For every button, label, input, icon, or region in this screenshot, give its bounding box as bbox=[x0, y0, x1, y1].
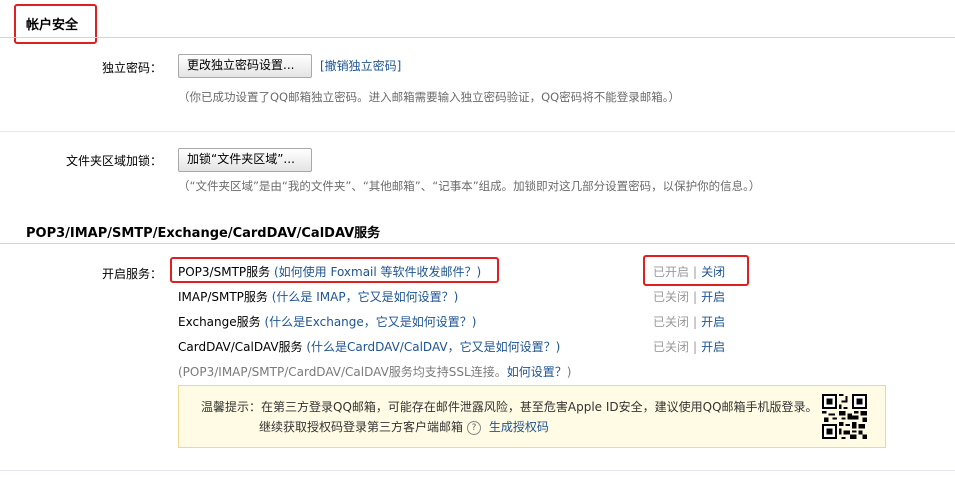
tip-auth-row: 继续获取授权码登录第三方客户端邮箱? 生成授权码 bbox=[259, 418, 549, 435]
service-row-carddav: CardDAV/CalDAV服务 (什么是CardDAV/CalDAV，它又是如… bbox=[178, 338, 560, 355]
bottom-divider bbox=[0, 470, 955, 471]
service-status-carddav: 已关闭 | 开启 bbox=[653, 338, 725, 355]
enable-services-label: 开启服务： bbox=[101, 267, 162, 281]
service-help-link[interactable]: (什么是Exchange，它又是如何设置？) bbox=[264, 315, 476, 329]
service-name: CardDAV/CalDAV服务 bbox=[178, 340, 303, 354]
service-row-imap: IMAP/SMTP服务 (什么是 IMAP，它又是如何设置？) bbox=[178, 288, 458, 305]
ssl-help-link[interactable]: 如何设置？ bbox=[507, 365, 567, 379]
service-help-link[interactable]: (什么是 IMAP，它又是如何设置？) bbox=[272, 290, 459, 304]
lock-folder-area-button[interactable]: 加锁“文件夹区域”... bbox=[178, 148, 312, 172]
service-toggle-link[interactable]: 开启 bbox=[701, 290, 725, 304]
service-status-text: 已关闭 bbox=[653, 340, 690, 354]
service-status-text: 已关闭 bbox=[653, 290, 690, 304]
service-status-exchange: 已关闭 | 开启 bbox=[653, 313, 725, 330]
service-status-text: 已关闭 bbox=[653, 315, 690, 329]
highlight-box-pop3-service bbox=[170, 257, 499, 283]
ssl-note: (POP3/IMAP/SMTP/CardDAV/CalDAV服务均支持SSL连接… bbox=[178, 363, 571, 380]
help-icon[interactable]: ? bbox=[467, 420, 482, 435]
revoke-independent-password-link[interactable]: [撤销独立密码] bbox=[320, 57, 401, 74]
separator: | bbox=[693, 315, 698, 329]
separator: | bbox=[693, 290, 698, 304]
ssl-note-close: ) bbox=[566, 365, 572, 379]
service-name: Exchange服务 bbox=[178, 315, 261, 329]
highlight-box-account-security bbox=[14, 4, 97, 44]
ssl-note-text: (POP3/IMAP/SMTP/CardDAV/CalDAV服务均支持SSL连接… bbox=[178, 365, 507, 379]
qr-code-icon bbox=[822, 394, 867, 439]
section-divider bbox=[0, 37, 955, 38]
services-title: POP3/IMAP/SMTP/Exchange/CardDAV/CalDAV服务 bbox=[26, 226, 381, 241]
service-name: IMAP/SMTP服务 bbox=[178, 290, 268, 304]
separator: | bbox=[693, 340, 698, 354]
section-divider bbox=[0, 243, 955, 244]
tip-text: 温馨提示：在第三方登录QQ邮箱，可能存在邮件泄露风险，甚至危害Apple ID安… bbox=[201, 400, 818, 414]
folder-lock-label: 文件夹区域加锁： bbox=[65, 154, 162, 168]
highlight-box-pop3-status bbox=[643, 255, 749, 286]
service-row-exchange: Exchange服务 (什么是Exchange，它又是如何设置？) bbox=[178, 313, 476, 330]
service-help-link[interactable]: (什么是CardDAV/CalDAV，它又是如何设置？) bbox=[306, 340, 560, 354]
service-toggle-link[interactable]: 开启 bbox=[701, 315, 725, 329]
tip-auth-text: 继续获取授权码登录第三方客户端邮箱 bbox=[259, 420, 464, 434]
security-tip-box: 温馨提示：在第三方登录QQ邮箱，可能存在邮件泄露风险，甚至危害Apple ID安… bbox=[178, 385, 886, 448]
generate-auth-code-link[interactable]: 生成授权码 bbox=[489, 420, 549, 434]
row-divider bbox=[0, 131, 955, 132]
service-toggle-link[interactable]: 开启 bbox=[701, 340, 725, 354]
change-independent-password-button[interactable]: 更改独立密码设置... bbox=[178, 54, 312, 78]
independent-password-label: 独立密码： bbox=[101, 61, 162, 75]
service-status-imap: 已关闭 | 开启 bbox=[653, 288, 725, 305]
independent-password-hint: （你已成功设置了QQ邮箱独立密码。进入邮箱需要输入独立密码验证，QQ密码将不能登… bbox=[178, 90, 680, 104]
folder-lock-hint: （“文件夹区域”是由“我的文件夹”、“其他邮箱”、“记事本”组成。加锁即对这几部… bbox=[178, 179, 761, 193]
